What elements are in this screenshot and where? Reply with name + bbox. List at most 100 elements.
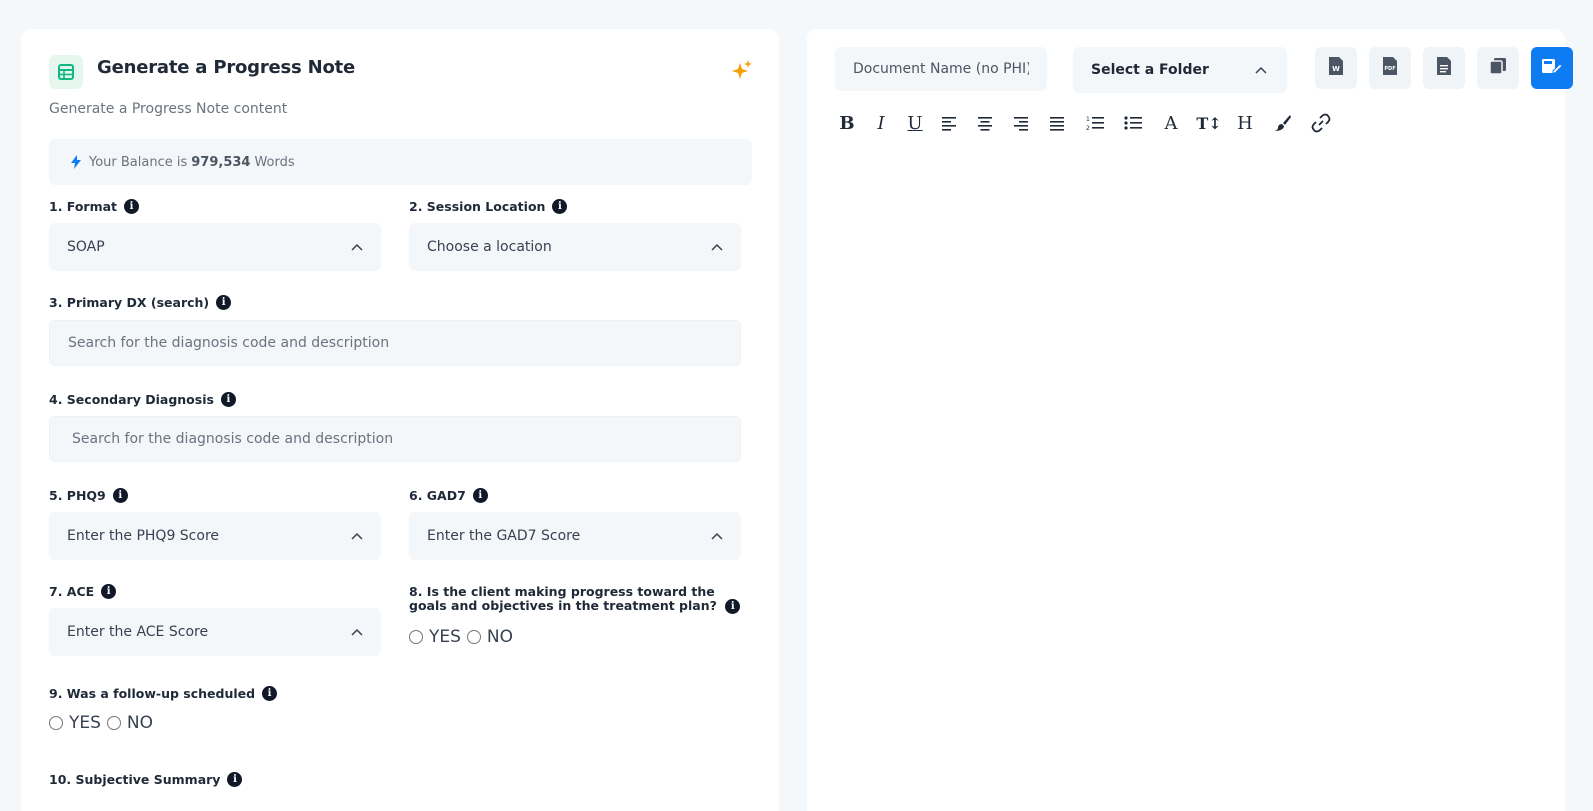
svg-text:PDF: PDF bbox=[1384, 66, 1395, 72]
format-label: 1. Format i bbox=[49, 199, 140, 214]
chevron-up-icon bbox=[351, 628, 363, 636]
phq9-value: Enter the PHQ9 Score bbox=[67, 528, 220, 544]
formatting-toolbar: B I U 12 A T↕ H bbox=[835, 111, 1333, 135]
text-doc-icon bbox=[1436, 56, 1452, 80]
text-document-button[interactable] bbox=[1423, 47, 1465, 89]
info-icon[interactable]: i bbox=[124, 199, 140, 214]
text-size-icon[interactable]: T↕ bbox=[1196, 111, 1221, 135]
bold-icon[interactable]: B bbox=[835, 111, 859, 135]
page-title: Generate a Progress Note bbox=[97, 57, 356, 78]
session-location-value: Choose a location bbox=[427, 239, 552, 255]
heading-icon[interactable]: H bbox=[1233, 111, 1257, 135]
gad7-select[interactable]: Enter the GAD7 Score bbox=[409, 512, 741, 560]
document-name-input[interactable] bbox=[835, 47, 1047, 91]
folder-value: Select a Folder bbox=[1091, 62, 1209, 78]
align-right-icon[interactable] bbox=[1009, 111, 1033, 135]
folder-select[interactable]: Select a Folder bbox=[1073, 47, 1287, 93]
document-editor-card: Select a Folder W PDF B I U 12 A T↕ H bbox=[807, 29, 1573, 811]
ace-label-text: 7. ACE bbox=[49, 584, 95, 599]
phq9-label-text: 5. PHQ9 bbox=[49, 488, 106, 503]
gad7-label-text: 6. GAD7 bbox=[409, 488, 466, 503]
follow-up-no-radio[interactable] bbox=[106, 716, 121, 730]
ace-value: Enter the ACE Score bbox=[67, 624, 209, 640]
info-icon[interactable]: i bbox=[112, 488, 128, 503]
copy-icon bbox=[1489, 57, 1507, 79]
copy-button[interactable] bbox=[1477, 47, 1519, 89]
follow-up-radio-group: YES NO bbox=[49, 713, 159, 733]
chevron-up-icon bbox=[711, 532, 723, 540]
follow-up-label-text: 9. Was a follow-up scheduled bbox=[49, 686, 256, 701]
follow-up-yes-option[interactable]: YES bbox=[49, 713, 101, 733]
subjective-summary-label: 10. Subjective Summary i bbox=[49, 772, 243, 787]
secondary-dx-label: 4. Secondary Diagnosis i bbox=[49, 392, 236, 407]
gad7-value: Enter the GAD7 Score bbox=[427, 528, 581, 544]
info-icon[interactable]: i bbox=[216, 295, 232, 310]
follow-up-no-label: NO bbox=[126, 713, 154, 733]
chevron-up-icon bbox=[351, 532, 363, 540]
pdf-export-icon: PDF bbox=[1382, 56, 1398, 80]
phq9-select[interactable]: Enter the PHQ9 Score bbox=[49, 512, 381, 560]
ace-label: 7. ACE i bbox=[49, 584, 117, 599]
follow-up-no-option[interactable]: NO bbox=[106, 713, 154, 733]
info-icon[interactable]: i bbox=[227, 772, 243, 787]
chevron-up-icon bbox=[351, 243, 363, 251]
progress-question-text: 8. Is the client making progress toward … bbox=[409, 584, 717, 613]
word-export-button[interactable]: W bbox=[1315, 47, 1357, 89]
paint-brush-icon[interactable] bbox=[1271, 111, 1295, 135]
page-subtitle: Generate a Progress Note content bbox=[49, 101, 288, 117]
pdf-export-button[interactable]: PDF bbox=[1369, 47, 1411, 89]
chevron-up-icon bbox=[711, 243, 723, 251]
sparkle-icon[interactable] bbox=[731, 59, 753, 81]
format-select[interactable]: SOAP bbox=[49, 223, 381, 271]
follow-up-label: 9. Was a follow-up scheduled i bbox=[49, 686, 278, 701]
svg-text:W: W bbox=[1332, 65, 1340, 73]
underline-icon[interactable]: U bbox=[903, 111, 927, 135]
gad7-label: 6. GAD7 i bbox=[409, 488, 488, 503]
progress-no-option[interactable]: NO bbox=[466, 627, 514, 647]
italic-icon[interactable]: I bbox=[869, 111, 893, 135]
svg-text:2: 2 bbox=[1086, 125, 1090, 131]
font-icon[interactable]: A bbox=[1159, 111, 1183, 135]
chevron-up-icon bbox=[1255, 66, 1267, 74]
follow-up-yes-label: YES bbox=[69, 713, 101, 733]
session-location-label: 2. Session Location i bbox=[409, 199, 568, 214]
balance-banner: Your Balance is 979,534 Words bbox=[49, 139, 752, 185]
bullet-list-icon[interactable] bbox=[1121, 111, 1145, 135]
balance-suffix: Words bbox=[254, 154, 295, 170]
save-edit-icon bbox=[1541, 57, 1563, 79]
primary-dx-label-text: 3. Primary DX (search) bbox=[49, 295, 210, 310]
subjective-summary-label-text: 10. Subjective Summary bbox=[49, 772, 221, 787]
info-icon[interactable]: i bbox=[101, 584, 117, 599]
primary-dx-search-input[interactable] bbox=[49, 320, 741, 366]
ace-select[interactable]: Enter the ACE Score bbox=[49, 608, 381, 656]
session-location-label-text: 2. Session Location bbox=[409, 199, 546, 214]
info-icon[interactable]: i bbox=[552, 199, 568, 214]
align-left-icon[interactable] bbox=[937, 111, 961, 135]
session-location-select[interactable]: Choose a location bbox=[409, 223, 741, 271]
format-label-text: 1. Format bbox=[49, 199, 118, 214]
progress-yes-radio[interactable] bbox=[409, 630, 423, 644]
info-icon[interactable]: i bbox=[472, 488, 488, 503]
ordered-list-icon[interactable]: 12 bbox=[1083, 111, 1107, 135]
info-icon[interactable]: i bbox=[725, 599, 741, 614]
editor-content-area[interactable] bbox=[835, 149, 1535, 809]
link-icon[interactable] bbox=[1309, 111, 1333, 135]
progress-radio-group: YES NO bbox=[409, 627, 519, 647]
progress-question-label: 8. Is the client making progress toward … bbox=[409, 585, 749, 614]
word-export-icon: W bbox=[1328, 56, 1344, 80]
align-center-icon[interactable] bbox=[973, 111, 997, 135]
progress-yes-label: YES bbox=[429, 627, 461, 647]
info-icon[interactable]: i bbox=[262, 686, 278, 701]
save-document-button[interactable] bbox=[1531, 47, 1573, 89]
progress-no-radio[interactable] bbox=[466, 630, 481, 644]
primary-dx-label: 3. Primary DX (search) i bbox=[49, 295, 232, 310]
progress-no-label: NO bbox=[486, 627, 514, 647]
format-value: SOAP bbox=[67, 239, 105, 255]
justify-icon[interactable] bbox=[1045, 111, 1069, 135]
follow-up-yes-radio[interactable] bbox=[49, 716, 63, 730]
secondary-dx-search-input[interactable] bbox=[49, 416, 741, 462]
form-table-icon bbox=[49, 55, 83, 89]
info-icon[interactable]: i bbox=[220, 392, 236, 407]
progress-yes-option[interactable]: YES bbox=[409, 627, 461, 647]
balance-prefix: Your Balance is bbox=[89, 154, 188, 170]
